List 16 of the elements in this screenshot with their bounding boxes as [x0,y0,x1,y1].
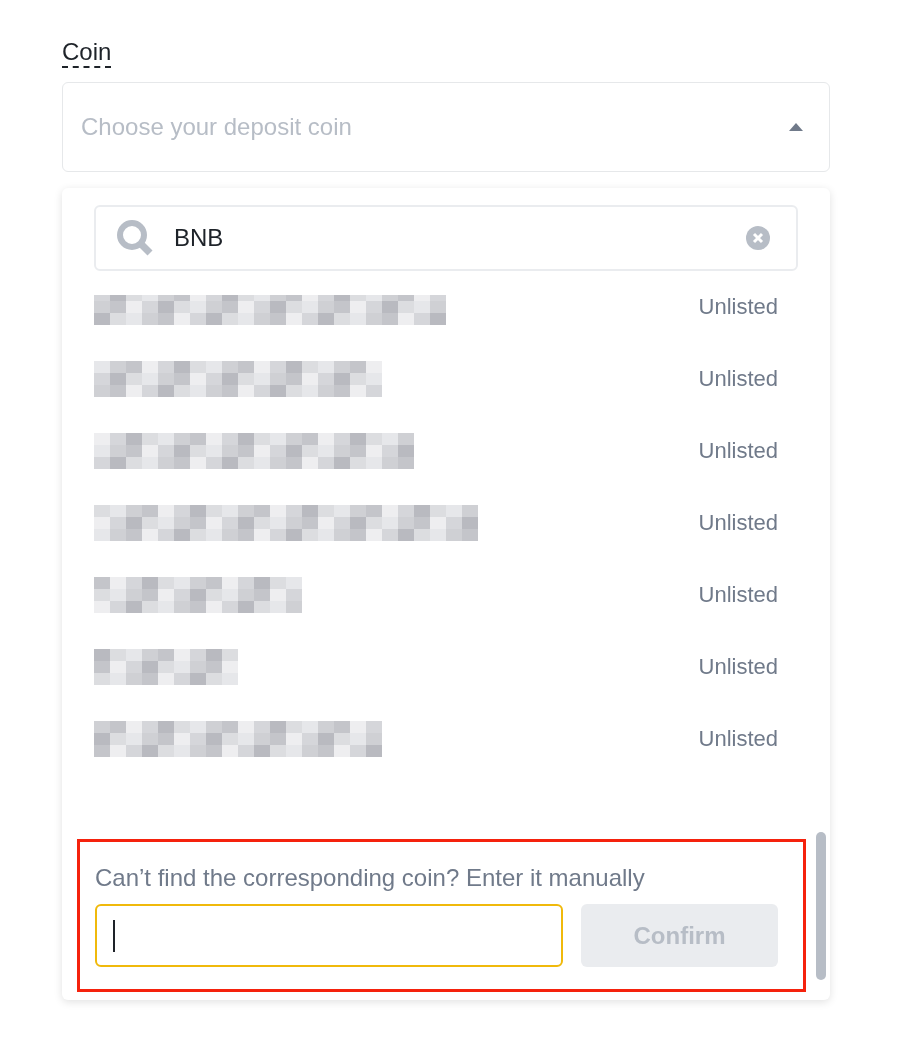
listing-status: Unlisted [698,510,778,536]
coin-input-field[interactable] [95,904,563,967]
field-label: Coin [62,38,112,68]
manual-entry-prompt: Can’t find the corresponding coin? Enter it manually [95,864,646,892]
search-field[interactable]: BNB [94,205,798,271]
search-icon [116,219,154,257]
scrollbar-thumb[interactable] [816,832,826,980]
listing-status: Unlisted [698,654,778,680]
listing-status: Unlisted [698,582,778,608]
listing-status: Unlisted [698,438,778,464]
clear-icon[interactable] [746,226,770,250]
coin-select[interactable]: Choose your deposit coin [62,82,830,172]
listing-status: Unlisted [698,366,778,392]
text-cursor [113,919,115,952]
listing-status: Unlisted [698,726,778,752]
listing-status: Unlisted [698,295,778,320]
